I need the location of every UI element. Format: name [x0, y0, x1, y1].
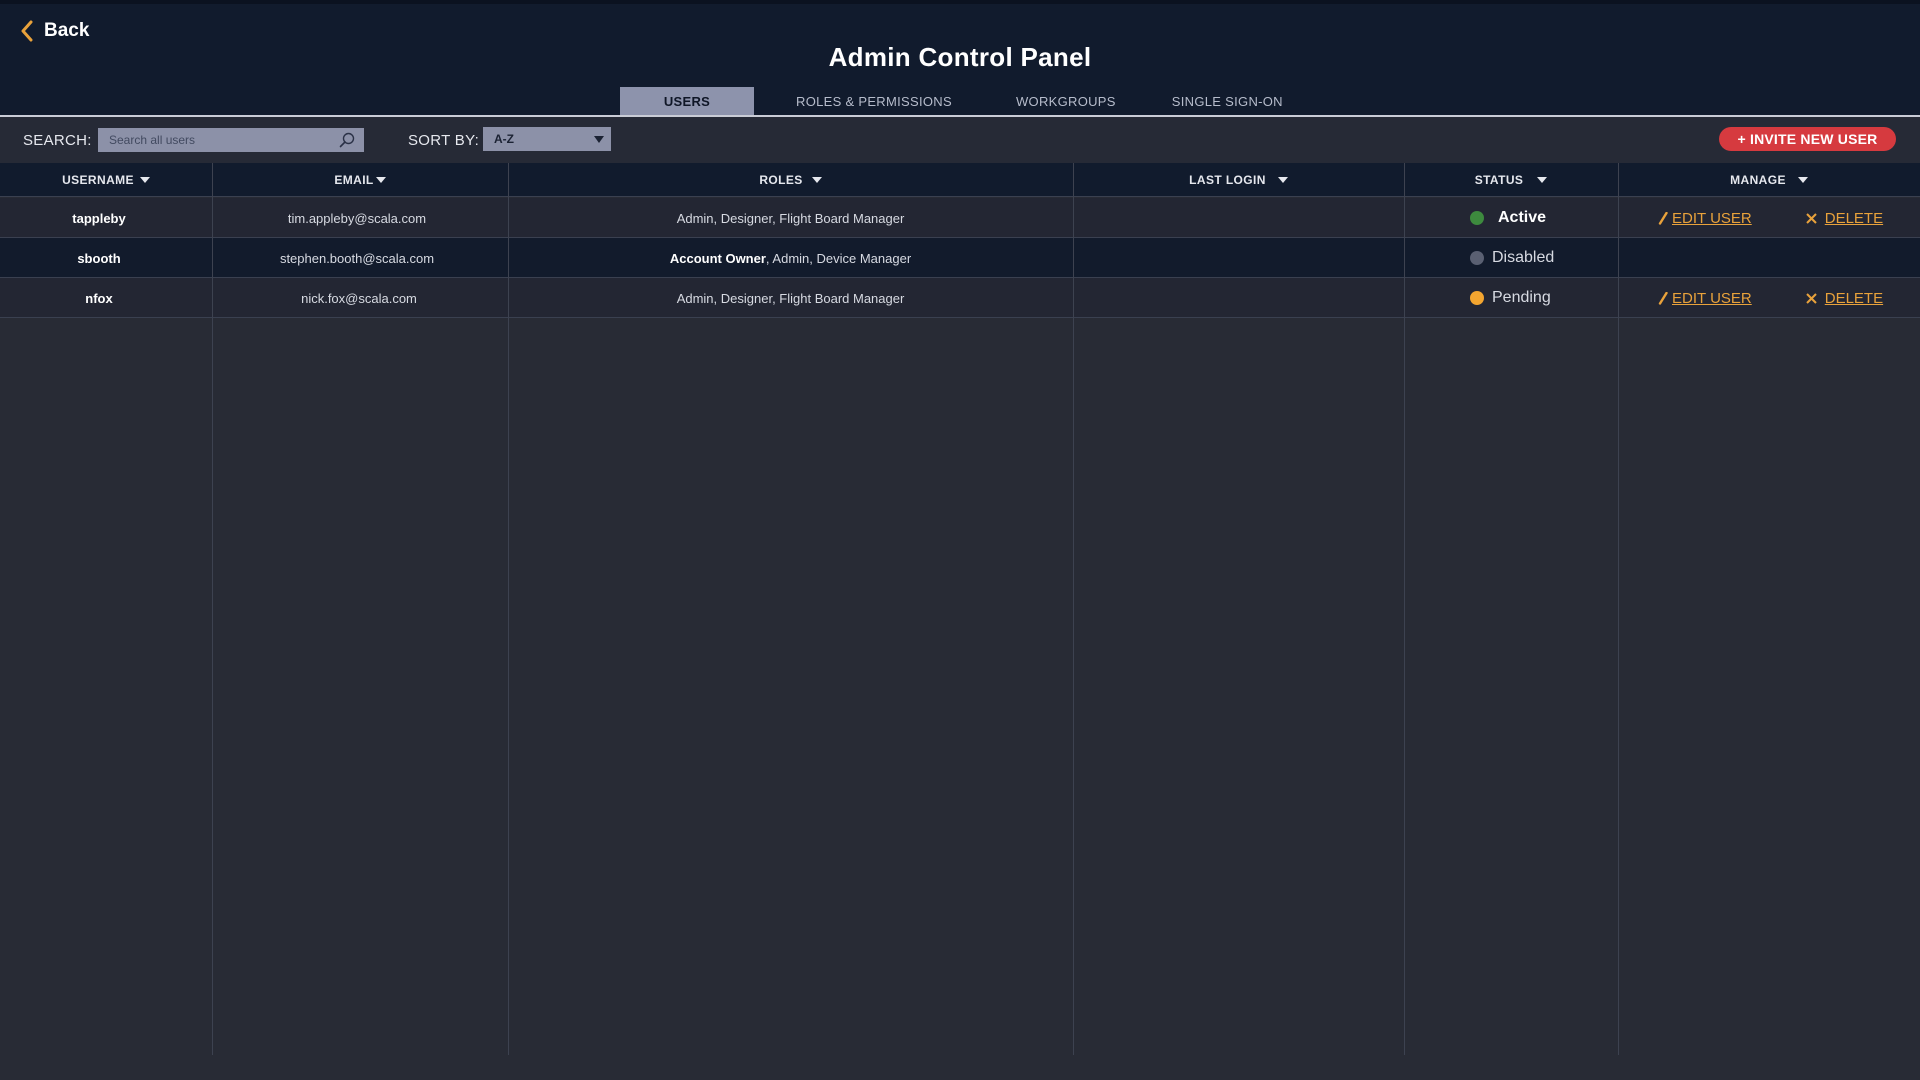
tab-single-sign-on[interactable]: SINGLE SIGN-ON: [1154, 87, 1307, 116]
delete-link[interactable]: DELETE: [1806, 210, 1883, 227]
email-cell: stephen.booth@scala.com: [279, 250, 435, 266]
roles-text: Admin, Designer, Flight Board Manager: [676, 210, 905, 226]
close-icon: [1806, 212, 1817, 224]
sort-caret-icon: [1277, 177, 1288, 183]
back-button[interactable]: Back: [20, 20, 89, 42]
manage-cell: [1618, 238, 1920, 278]
last-login-cell: [1073, 278, 1404, 318]
column-divider: [1618, 163, 1619, 1055]
tab-users[interactable]: USERS: [620, 87, 754, 116]
edit-user-link[interactable]: EDIT USER: [1658, 210, 1752, 227]
tab-bar: USERS ROLES & PERMISSIONS WORKGROUPS SIN…: [620, 87, 1323, 116]
column-divider: [1404, 163, 1405, 1055]
search-icon[interactable]: [339, 132, 355, 148]
delete-label: DELETE: [1824, 209, 1884, 227]
last-login-cell: [1073, 238, 1404, 278]
username-cell: nfox: [85, 290, 113, 306]
status-label: Pending: [1492, 289, 1551, 306]
header: Back Admin Control Panel USERS ROLES & P…: [0, 4, 1920, 116]
sort-caret-icon: [1797, 177, 1808, 183]
column-label: USERNAME: [62, 173, 134, 187]
close-icon: [1806, 292, 1817, 304]
status-dot-active-icon: [1470, 211, 1484, 225]
toolbar: SEARCH: SORT BY: A-Z + INVITE NEW USER: [0, 117, 1920, 163]
last-login-cell: [1073, 198, 1404, 238]
column-label: MANAGE: [1730, 173, 1786, 187]
status-label: Disabled: [1492, 249, 1555, 266]
search-label: SEARCH:: [23, 132, 92, 149]
back-label: Back: [44, 20, 90, 41]
column-label: EMAIL: [334, 173, 374, 187]
column-divider: [1073, 163, 1074, 1055]
pencil-icon: [1658, 211, 1668, 225]
column-divider: [508, 163, 509, 1055]
roles-primary-text: Account Owner: [669, 250, 766, 266]
caret-down-icon: [594, 136, 604, 143]
sort-label: SORT BY:: [408, 132, 480, 149]
column-header-email[interactable]: EMAIL: [212, 163, 508, 197]
chevron-left-icon: [21, 20, 33, 42]
table-row[interactable]: sbooth stephen.booth@scala.com Account O…: [0, 238, 1920, 278]
edit-user-label: EDIT USER: [1672, 289, 1752, 307]
search-input[interactable]: [98, 128, 328, 152]
sort-select[interactable]: A-Z: [483, 127, 611, 151]
pencil-icon: [1658, 291, 1668, 305]
status-cell: Pending: [1404, 278, 1618, 318]
username-cell: sbooth: [77, 250, 121, 266]
sort-caret-icon: [811, 177, 822, 183]
column-header-roles[interactable]: ROLES: [508, 163, 1073, 197]
status-cell: Disabled: [1404, 238, 1618, 278]
delete-label: DELETE: [1824, 289, 1884, 307]
column-header-status[interactable]: STATUS: [1404, 163, 1618, 197]
status-label: Active: [1498, 209, 1547, 226]
roles-cell: Admin, Designer, Flight Board Manager: [508, 278, 1073, 318]
column-label: LAST LOGIN: [1189, 173, 1266, 187]
table-row[interactable]: nfox nick.fox@scala.com Admin, Designer,…: [0, 278, 1920, 318]
table-header: USERNAME EMAIL ROLES LAST LOGIN STATUS M…: [0, 163, 1920, 197]
page-title: Admin Control Panel: [828, 42, 1092, 72]
manage-cell: EDIT USER DELETE: [1618, 278, 1920, 318]
tab-workgroups[interactable]: WORKGROUPS: [994, 87, 1138, 116]
sort-caret-icon: [139, 177, 150, 183]
email-cell: tim.appleby@scala.com: [287, 210, 427, 226]
table-row[interactable]: tappleby tim.appleby@scala.com Admin, De…: [0, 198, 1920, 238]
tab-roles-permissions[interactable]: ROLES & PERMISSIONS: [770, 87, 978, 116]
manage-cell: EDIT USER DELETE: [1618, 198, 1920, 238]
roles-text: , Admin, Device Manager: [765, 250, 912, 266]
status-dot-pending-icon: [1470, 291, 1484, 305]
status-cell: Active: [1404, 198, 1618, 238]
roles-text: Admin, Designer, Flight Board Manager: [676, 290, 905, 306]
sort-caret-icon: [1537, 177, 1548, 183]
username-cell: tappleby: [72, 210, 126, 226]
column-divider: [212, 163, 213, 1055]
edit-user-label: EDIT USER: [1672, 209, 1752, 227]
email-cell: nick.fox@scala.com: [301, 290, 417, 306]
column-label: ROLES: [759, 173, 803, 187]
users-table: USERNAME EMAIL ROLES LAST LOGIN STATUS M…: [0, 163, 1920, 1055]
delete-link[interactable]: DELETE: [1806, 290, 1883, 307]
invite-new-user-button[interactable]: + INVITE NEW USER: [1719, 127, 1896, 151]
sort-value: A-Z: [494, 132, 514, 146]
roles-cell: Admin, Designer, Flight Board Manager: [508, 198, 1073, 238]
column-header-manage[interactable]: MANAGE: [1618, 163, 1920, 197]
status-dot-disabled-icon: [1470, 251, 1484, 265]
column-label: STATUS: [1474, 173, 1524, 187]
roles-cell: Account Owner, Admin, Device Manager: [508, 238, 1073, 278]
column-header-username[interactable]: USERNAME: [0, 163, 212, 197]
edit-user-link[interactable]: EDIT USER: [1658, 290, 1752, 307]
search-box: [98, 128, 364, 152]
column-header-last-login[interactable]: LAST LOGIN: [1073, 163, 1404, 197]
sort-caret-icon: [375, 177, 386, 183]
